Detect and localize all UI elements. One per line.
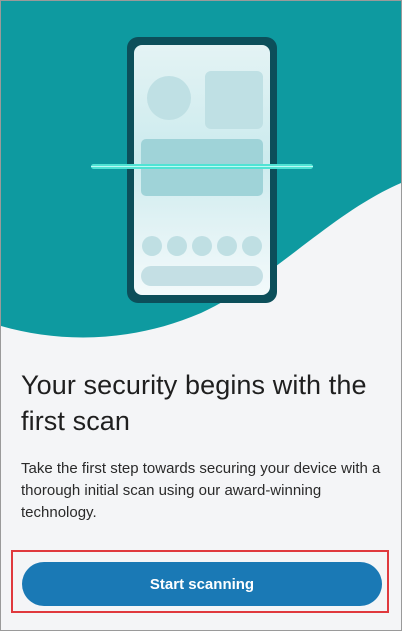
- avatar-placeholder: [147, 76, 191, 120]
- image-placeholder: [205, 71, 263, 129]
- phone-scan-illustration: [1, 1, 401, 338]
- onboarding-screen: Your security begins with the first scan…: [0, 0, 402, 631]
- page-title: Your security begins with the first scan: [21, 370, 367, 436]
- hero-illustration: [1, 1, 401, 346]
- start-scanning-button[interactable]: Start scanning: [22, 562, 382, 606]
- page-description: Take the first step towards securing you…: [21, 460, 381, 521]
- bar-placeholder: [141, 266, 263, 286]
